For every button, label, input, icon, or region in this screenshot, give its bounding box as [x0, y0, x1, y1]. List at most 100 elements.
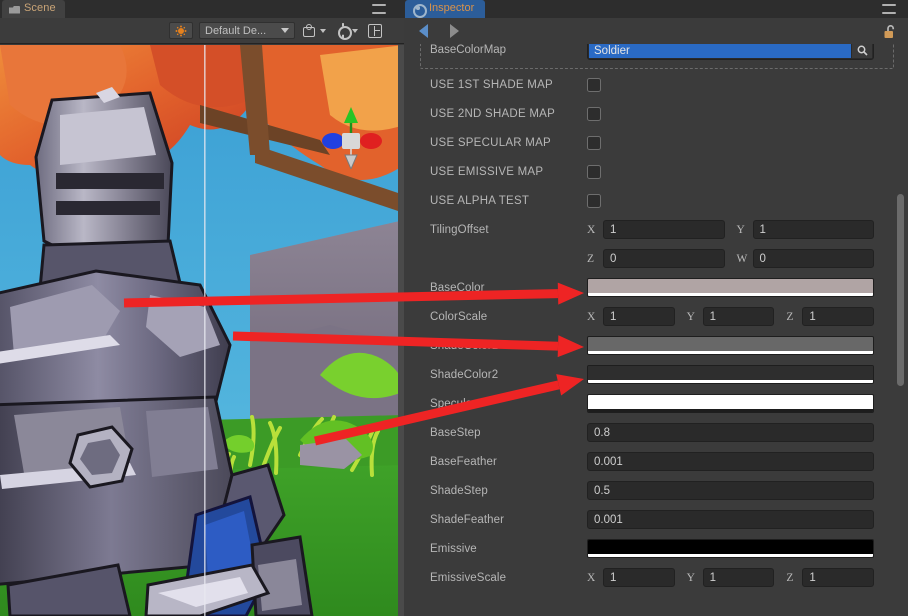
inspector-tab-bar: Inspector	[404, 0, 908, 18]
emissive-label: Emissive	[430, 543, 587, 555]
inspector-properties-list: BaseColorMap Soldier USE 1ST SHADE MAP	[404, 44, 908, 616]
tab-scene-label: Scene	[24, 2, 56, 14]
property-row-basecolor[interactable]: BaseColor	[404, 273, 908, 302]
basestep-input[interactable]: 0.8	[587, 423, 874, 442]
emissivescale-x-input[interactable]: 1	[603, 568, 675, 587]
camera-icon	[303, 24, 318, 37]
property-row-use-2nd-shade-map[interactable]: USE 2ND SHADE MAP	[404, 99, 908, 128]
specular-label: Specular	[430, 398, 587, 410]
padlock-unlocked-icon[interactable]	[883, 25, 898, 39]
shadefeather-label: ShadeFeather	[430, 514, 587, 526]
tab-inspector-label: Inspector	[429, 2, 474, 14]
basecolormap-value: Soldier	[589, 44, 851, 58]
emissivescale-fields: X 1 Y 1 Z 1	[587, 568, 874, 587]
inspector-icon	[412, 3, 424, 15]
axis-y-label: Y	[687, 311, 703, 323]
emissive-swatch[interactable]	[587, 539, 874, 558]
colorscale-x-input[interactable]: 1	[603, 307, 675, 326]
property-row-tilingoffset-zw[interactable]: Z 0 W 0	[404, 244, 908, 273]
property-row-basestep[interactable]: BaseStep 0.8	[404, 418, 908, 447]
tilingoffset-zw-fields: Z 0 W 0	[587, 249, 874, 268]
axis-x-label: X	[587, 311, 603, 323]
tilingoffset-x-input[interactable]: 1	[603, 220, 725, 239]
scene-panel: Scene Default De...	[0, 0, 404, 616]
arrow-right-icon[interactable]	[450, 24, 459, 38]
colorscale-y-input[interactable]: 1	[703, 307, 775, 326]
inspector-scrollbar-thumb[interactable]	[897, 194, 904, 386]
property-row-emissivescale[interactable]: EmissiveScale X 1 Y 1 Z 1	[404, 563, 908, 592]
axis-z-label: Z	[587, 253, 603, 265]
specular-swatch[interactable]	[587, 394, 874, 413]
scene-tab-bar: Scene	[0, 0, 404, 18]
inspector-scrollbar[interactable]	[894, 44, 907, 616]
sun-lighting-icon	[175, 25, 187, 37]
axis-z-label: Z	[786, 311, 802, 323]
basestep-label: BaseStep	[430, 427, 587, 439]
tilingoffset-w-input[interactable]: 0	[753, 249, 875, 268]
property-row-shadestep[interactable]: ShadeStep 0.5	[404, 476, 908, 505]
use-2nd-shade-map-label: USE 2ND SHADE MAP	[430, 108, 587, 120]
shadestep-input[interactable]: 0.5	[587, 481, 874, 500]
emissivescale-y-input[interactable]: 1	[703, 568, 775, 587]
shadecolor1-label: ShadeColor1	[430, 340, 587, 352]
scene-lighting-toggle-button[interactable]	[169, 22, 193, 39]
svg-text:Z: Z	[327, 137, 334, 149]
use-2nd-shade-map-checkbox[interactable]	[587, 107, 601, 121]
colorscale-z-input[interactable]: 1	[802, 307, 874, 326]
basecolor-swatch[interactable]	[587, 278, 874, 297]
use-specular-map-checkbox[interactable]	[587, 136, 601, 150]
axis-w-label: W	[737, 253, 753, 265]
basecolor-label: BaseColor	[430, 282, 587, 294]
property-row-tilingoffset-xy[interactable]: TilingOffset X 1 Y 1	[404, 215, 908, 244]
scene-viewport[interactable]: Z	[0, 45, 404, 616]
property-row-use-1st-shade-map[interactable]: USE 1ST SHADE MAP	[404, 70, 908, 99]
tilingoffset-y-input[interactable]: 1	[753, 220, 875, 239]
property-row-basecolormap[interactable]: BaseColorMap Soldier	[404, 44, 908, 70]
object-picker-icon[interactable]	[852, 44, 872, 58]
property-row-shadefeather[interactable]: ShadeFeather 0.001	[404, 505, 908, 534]
emissivescale-z-input[interactable]: 1	[802, 568, 874, 587]
axis-z-label: Z	[786, 572, 802, 584]
tab-scene[interactable]: Scene	[2, 0, 65, 18]
property-row-specular[interactable]: Specular	[404, 389, 908, 418]
inspector-nav-bar	[404, 18, 908, 44]
basecolormap-object-field[interactable]: Soldier	[587, 44, 874, 60]
tilingoffset-z-input[interactable]: 0	[603, 249, 725, 268]
scene-gizmos-dropdown[interactable]	[334, 22, 360, 39]
use-1st-shade-map-checkbox[interactable]	[587, 78, 601, 92]
basecolormap-label: BaseColorMap	[430, 44, 506, 56]
inspector-menu-hamburger-icon[interactable]	[882, 4, 896, 14]
scene-menu-hamburger-icon[interactable]	[372, 4, 386, 14]
shadecolor2-swatch[interactable]	[587, 365, 874, 384]
use-alpha-test-label: USE ALPHA TEST	[430, 195, 587, 207]
inspector-panel: Inspector BaseColorMap Soldier	[404, 0, 908, 616]
arrow-left-icon[interactable]	[419, 24, 428, 38]
colorscale-label: ColorScale	[430, 311, 587, 323]
grid-layout-icon	[368, 24, 382, 38]
property-row-colorscale[interactable]: ColorScale X 1 Y 1 Z 1	[404, 302, 908, 331]
use-emissive-map-checkbox[interactable]	[587, 165, 601, 179]
property-row-use-alpha-test[interactable]: USE ALPHA TEST	[404, 186, 908, 215]
property-row-shadecolor2[interactable]: ShadeColor2	[404, 360, 908, 389]
property-row-emissive[interactable]: Emissive	[404, 534, 908, 563]
property-row-use-specular-map[interactable]: USE SPECULAR MAP	[404, 128, 908, 157]
chevron-down-icon	[281, 28, 289, 33]
chevron-down-icon	[352, 29, 358, 33]
axis-y-label: Y	[687, 572, 703, 584]
basefeather-label: BaseFeather	[430, 456, 587, 468]
scene-camera-dropdown[interactable]	[301, 22, 328, 39]
tab-inspector[interactable]: Inspector	[405, 0, 485, 18]
axis-y-label: Y	[737, 224, 753, 236]
property-row-basefeather[interactable]: BaseFeather 0.001	[404, 447, 908, 476]
scene-orientation-gizmo[interactable]: Z	[315, 107, 387, 169]
scene-draw-mode-dropdown[interactable]: Default De...	[199, 22, 295, 39]
shadefeather-input[interactable]: 0.001	[587, 510, 874, 529]
basefeather-input[interactable]: 0.001	[587, 452, 874, 471]
shadecolor1-swatch[interactable]	[587, 336, 874, 355]
colorscale-fields: X 1 Y 1 Z 1	[587, 307, 874, 326]
scene-layout-button[interactable]	[366, 22, 384, 39]
property-row-shadecolor1[interactable]: ShadeColor1	[404, 331, 908, 360]
use-alpha-test-checkbox[interactable]	[587, 194, 601, 208]
gear-icon	[336, 24, 350, 38]
property-row-use-emissive-map[interactable]: USE EMISSIVE MAP	[404, 157, 908, 186]
